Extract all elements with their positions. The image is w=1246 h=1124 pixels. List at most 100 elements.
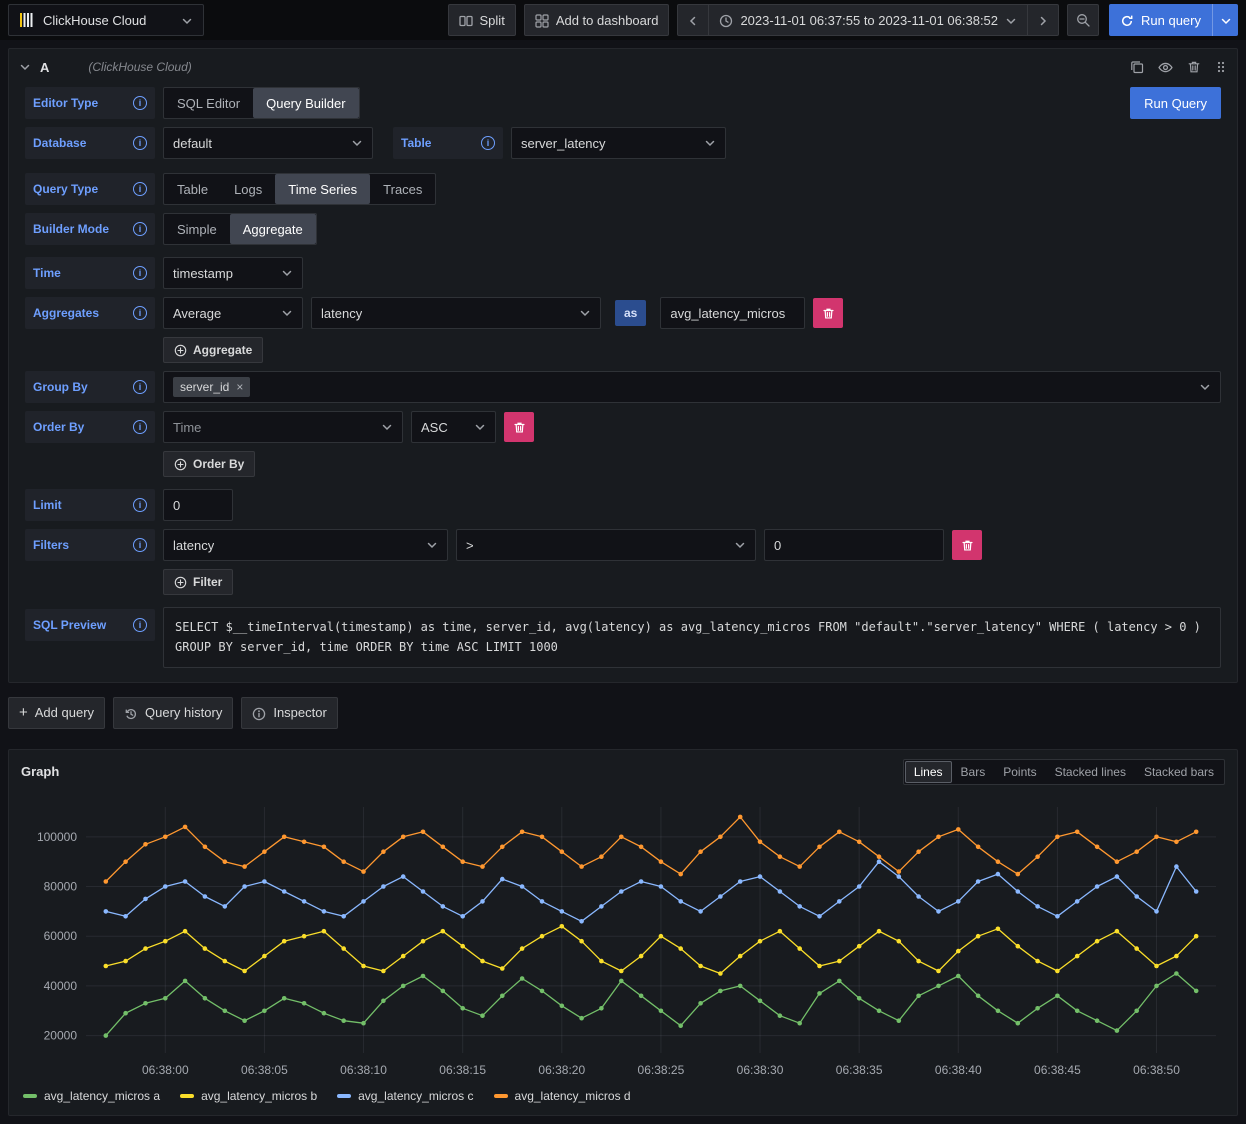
query-header: A (ClickHouse Cloud) — [9, 49, 1237, 85]
sql-editor-option[interactable]: SQL Editor — [164, 88, 253, 118]
database-select[interactable]: default — [163, 127, 373, 159]
info-icon[interactable]: i — [133, 182, 147, 196]
legend-swatch — [337, 1094, 351, 1098]
collapse-chevron-icon[interactable] — [19, 61, 31, 73]
info-icon[interactable]: i — [133, 96, 147, 110]
remove-chip-icon[interactable]: × — [236, 380, 243, 394]
refresh-icon — [1120, 12, 1134, 28]
delete-query-icon[interactable] — [1187, 60, 1201, 74]
query-type-logs-option[interactable]: Logs — [221, 174, 275, 204]
add-to-dashboard-button[interactable]: Add to dashboard — [524, 4, 670, 36]
query-ref-id: A — [40, 60, 49, 75]
group-by-chip: server_id × — [173, 377, 250, 397]
builder-mode-simple-option[interactable]: Simple — [164, 214, 230, 244]
graph-header: Graph Lines Bars Points Stacked lines St… — [9, 750, 1237, 787]
time-shift-forward-button[interactable] — [1027, 4, 1059, 36]
aggregate-alias-input[interactable] — [660, 297, 805, 329]
time-column-select[interactable]: timestamp — [163, 257, 303, 289]
time-series-chart[interactable]: 2000040000600008000010000006:38:0006:38:… — [14, 793, 1232, 1085]
remove-order-by-button[interactable] — [504, 412, 534, 442]
order-by-field-select[interactable]: Time — [163, 411, 403, 443]
time-range-picker[interactable]: 2023-11-01 06:37:55 to 2023-11-01 06:38:… — [708, 4, 1028, 36]
legend-item[interactable]: avg_latency_micros a — [23, 1089, 160, 1103]
info-icon[interactable]: i — [133, 222, 147, 236]
viz-mode-points[interactable]: Points — [994, 761, 1045, 783]
viz-mode-stacked-lines[interactable]: Stacked lines — [1046, 761, 1135, 783]
time-picker-group: 2023-11-01 06:37:55 to 2023-11-01 06:38:… — [677, 4, 1059, 36]
svg-text:06:38:50: 06:38:50 — [1133, 1063, 1180, 1077]
run-query-dropdown[interactable] — [1212, 4, 1238, 36]
limit-input[interactable] — [163, 489, 233, 521]
remove-aggregate-button[interactable] — [813, 298, 843, 328]
zoom-out-icon — [1076, 12, 1091, 28]
duplicate-query-icon[interactable] — [1130, 60, 1144, 74]
info-icon[interactable]: i — [133, 136, 147, 150]
zoom-out-button[interactable] — [1067, 4, 1099, 36]
group-by-select[interactable]: server_id × — [163, 371, 1221, 403]
filter-column-select[interactable]: latency — [163, 529, 448, 561]
viz-mode-lines[interactable]: Lines — [905, 761, 952, 783]
builder-mode-aggregate-option[interactable]: Aggregate — [230, 214, 316, 244]
legend-item[interactable]: avg_latency_micros b — [180, 1089, 317, 1103]
legend-item[interactable]: avg_latency_micros c — [337, 1089, 473, 1103]
order-by-label: Order By i — [25, 411, 155, 443]
run-query-inline-button[interactable]: Run Query — [1130, 87, 1221, 119]
svg-text:20000: 20000 — [44, 1028, 78, 1042]
top-toolbar: ClickHouse Cloud Split Add to dashboard … — [0, 0, 1246, 40]
filter-value-input[interactable] — [764, 529, 944, 561]
svg-text:06:38:30: 06:38:30 — [737, 1063, 784, 1077]
graph-title: Graph — [21, 764, 59, 779]
drag-handle-icon[interactable] — [1215, 60, 1227, 74]
info-icon[interactable]: i — [133, 420, 147, 434]
plus-circle-icon — [174, 343, 187, 357]
inspector-button[interactable]: Inspector — [241, 697, 337, 729]
info-icon[interactable]: i — [133, 538, 147, 552]
info-icon[interactable]: i — [481, 136, 495, 150]
info-icon[interactable]: i — [133, 380, 147, 394]
aggregate-function-select[interactable]: Average — [163, 297, 303, 329]
info-icon[interactable]: i — [133, 266, 147, 280]
add-aggregate-button[interactable]: Aggregate — [163, 337, 263, 363]
svg-text:06:38:40: 06:38:40 — [935, 1063, 982, 1077]
datasource-picker[interactable]: ClickHouse Cloud — [8, 4, 204, 36]
info-icon[interactable]: i — [133, 618, 147, 632]
hide-query-eye-icon[interactable] — [1158, 60, 1173, 75]
aggregate-column-select[interactable]: latency — [311, 297, 601, 329]
remove-filter-button[interactable] — [952, 530, 982, 560]
table-select[interactable]: server_latency — [511, 127, 726, 159]
split-button[interactable]: Split — [448, 4, 516, 36]
chevron-down-icon — [351, 137, 363, 149]
info-icon[interactable]: i — [133, 306, 147, 320]
add-to-dashboard-label: Add to dashboard — [556, 13, 659, 28]
query-type-table-option[interactable]: Table — [164, 174, 221, 204]
split-icon — [459, 12, 473, 28]
add-order-by-button[interactable]: Order By — [163, 451, 255, 477]
filter-operator-select[interactable]: > — [456, 529, 756, 561]
inspector-info-icon — [252, 705, 266, 721]
info-icon[interactable]: i — [133, 498, 147, 512]
svg-text:06:38:20: 06:38:20 — [538, 1063, 585, 1077]
query-type-traces-option[interactable]: Traces — [370, 174, 435, 204]
viz-mode-stacked-bars[interactable]: Stacked bars — [1135, 761, 1223, 783]
add-query-button[interactable]: + Add query — [8, 697, 105, 729]
query-builder-option[interactable]: Query Builder — [253, 88, 358, 118]
run-query-button[interactable]: Run query — [1109, 4, 1212, 36]
split-label: Split — [480, 13, 505, 28]
query-type-timeseries-option[interactable]: Time Series — [275, 174, 370, 204]
time-shift-back-button[interactable] — [677, 4, 709, 36]
chevron-down-icon — [474, 421, 486, 433]
viz-mode-bars[interactable]: Bars — [952, 761, 995, 783]
svg-text:06:38:15: 06:38:15 — [439, 1063, 486, 1077]
database-label: Database i — [25, 127, 155, 159]
svg-text:06:38:10: 06:38:10 — [340, 1063, 387, 1077]
query-datasource-hint: (ClickHouse Cloud) — [88, 60, 191, 74]
trash-icon — [513, 420, 526, 435]
query-header-actions — [1130, 60, 1227, 75]
order-by-direction-select[interactable]: ASC — [411, 411, 496, 443]
builder-mode-toggle: Simple Aggregate — [163, 213, 317, 245]
chevron-down-icon — [1220, 13, 1232, 28]
add-filter-button[interactable]: Filter — [163, 569, 233, 595]
query-history-button[interactable]: Query history — [113, 697, 233, 729]
table-label: Table i — [393, 127, 503, 159]
legend-item[interactable]: avg_latency_micros d — [494, 1089, 631, 1103]
